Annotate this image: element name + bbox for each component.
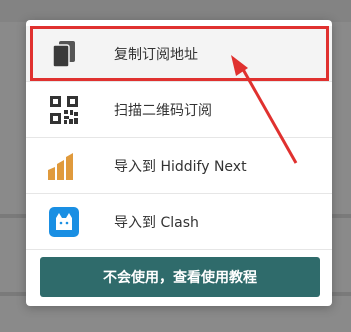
menu-item-label: 扫描二维码订阅: [114, 102, 212, 119]
menu-item-label: 复制订阅地址: [114, 46, 198, 63]
scan-qr-subscription-item[interactable]: 扫描二维码订阅: [26, 82, 332, 138]
background-header: [0, 0, 351, 22]
import-hiddify-item[interactable]: 导入到 Hiddify Next: [26, 138, 332, 194]
copy-icon: [48, 38, 80, 70]
menu-item-label: 导入到 Clash: [114, 214, 199, 231]
hiddify-icon: [48, 150, 80, 182]
copy-subscription-item[interactable]: 复制订阅地址: [26, 26, 332, 82]
qr-code-icon: [48, 94, 80, 126]
menu-item-label: 导入到 Hiddify Next: [114, 158, 247, 175]
import-clash-item[interactable]: 导入到 Clash: [26, 194, 332, 250]
clash-cat-icon: [48, 206, 80, 238]
view-tutorial-button[interactable]: 不会使用，查看使用教程: [40, 257, 320, 297]
